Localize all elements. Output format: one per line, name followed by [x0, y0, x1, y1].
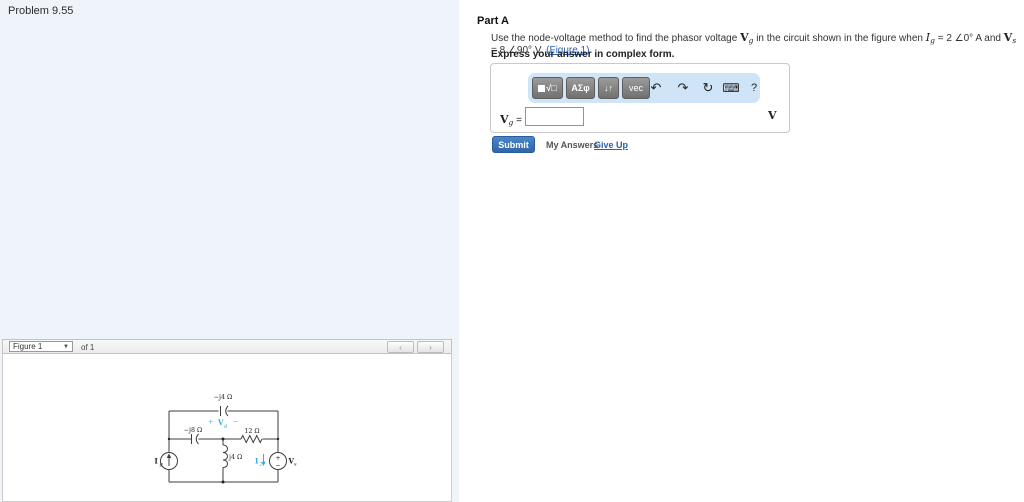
answer-instruction: Express your answer in complex form. — [491, 49, 675, 60]
give-up-link[interactable]: Give Up — [594, 140, 628, 150]
problem-title: Problem 9.55 — [8, 5, 74, 17]
figure-count-label: of 1 — [81, 343, 95, 352]
help-icon[interactable]: ? — [744, 73, 764, 103]
svg-text:g: g — [224, 423, 227, 429]
statement-text: Use the node-voltage method to find the … — [491, 33, 741, 44]
svg-text:I: I — [155, 457, 158, 466]
statement-text: in the circuit shown in the figure when — [753, 33, 926, 44]
answer-input[interactable] — [525, 107, 584, 126]
resistor-label: 12 Ω — [244, 428, 259, 435]
top-capacitor-label: −j4 Ω — [214, 394, 232, 401]
figure-prev-button[interactable]: ‹ — [387, 341, 414, 353]
problem-pane: Problem 9.55 Figure 1 ▼ of 1 ‹ › + − −j4… — [0, 0, 459, 502]
root-template-icon: √□ — [546, 83, 557, 93]
statement-text: = 2 ∠0° A and — [934, 33, 1004, 44]
left-capacitor-label: −j8 Ω — [184, 427, 202, 434]
vs-source-label: V s — [288, 457, 298, 468]
answer-variable-label: Vg = — [500, 113, 522, 127]
svg-text:s: s — [294, 462, 297, 468]
circuit-wires — [167, 405, 280, 484]
branch-current-label: I 2 — [255, 454, 266, 468]
current-source — [160, 452, 178, 470]
vg-symbol: V — [740, 31, 749, 44]
vg-voltage-label: + V g − — [208, 418, 238, 429]
keyboard-icon[interactable]: ⌨ — [721, 73, 741, 103]
svg-text:g: g — [160, 462, 163, 468]
figure-select-label: Figure 1 — [13, 342, 43, 351]
equation-toolbar: √□ ΑΣφ ↓↑ vec ↶ ↷ ↻ ⌨ ? — [528, 73, 760, 103]
part-a-header: Part A — [477, 15, 509, 27]
svg-text:I: I — [255, 457, 258, 466]
figure-select-dropdown[interactable]: Figure 1 ▼ — [9, 341, 73, 352]
page: Problem 9.55 Figure 1 ▼ of 1 ‹ › + − −j4… — [0, 0, 1024, 502]
svg-text:V: V — [217, 418, 224, 427]
svg-text:−: − — [233, 419, 238, 426]
subscript-superscript-button[interactable]: ↓↑ — [598, 77, 619, 99]
greek-symbols-button[interactable]: ΑΣφ — [566, 77, 595, 99]
inductor-label: j4 Ω — [228, 454, 242, 461]
math-templates-button[interactable]: √□ — [532, 77, 563, 99]
answer-unit-label: V — [768, 109, 777, 122]
svg-text:−: − — [275, 463, 280, 470]
answer-module: √□ ΑΣφ ↓↑ vec ↶ ↷ ↻ ⌨ ? Vg = V — [490, 63, 790, 133]
chevron-right-icon: › — [429, 342, 432, 352]
redo-icon[interactable]: ↷ — [673, 73, 693, 103]
my-answers-link[interactable]: My Answers — [546, 140, 598, 150]
reset-icon[interactable]: ↻ — [698, 73, 718, 103]
figure-viewer-bar: Figure 1 ▼ of 1 ‹ › — [2, 339, 452, 354]
figure-panel: + − −j4 Ω −j8 Ω 12 Ω j4 Ω + V g − I g I … — [2, 354, 452, 502]
chevron-down-icon: ▼ — [63, 343, 69, 350]
chevron-left-icon: ‹ — [399, 342, 402, 352]
svg-text:+: + — [275, 455, 280, 462]
figure-next-button[interactable]: › — [417, 341, 444, 353]
circuit-diagram: + − −j4 Ω −j8 Ω 12 Ω j4 Ω + V g − I g I … — [155, 394, 298, 484]
undo-icon[interactable]: ↶ — [646, 73, 666, 103]
voltage-source: + − — [269, 452, 287, 470]
submit-button[interactable]: Submit — [492, 136, 535, 153]
template-square-icon — [538, 84, 546, 92]
svg-text:+: + — [208, 419, 213, 426]
